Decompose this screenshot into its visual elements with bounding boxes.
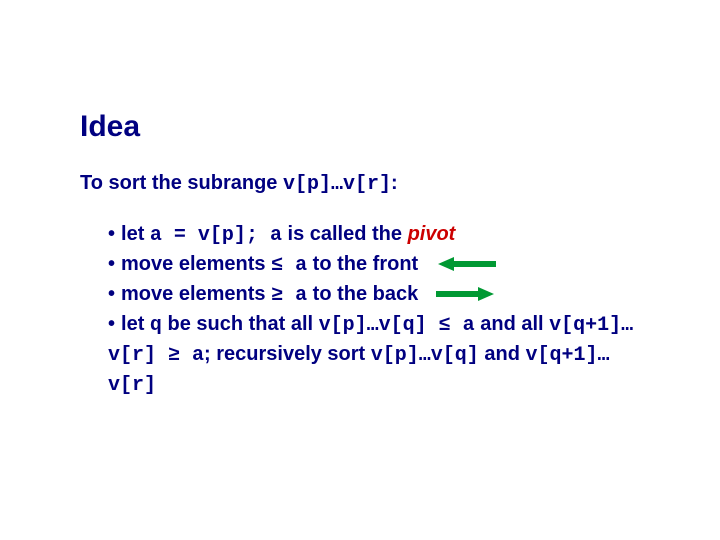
b4-code3: v[p]…v[q]: [371, 344, 479, 367]
lede-pre: To sort the subrange: [80, 172, 283, 194]
arrow-right-icon: [434, 286, 494, 302]
b3-post: to the back: [307, 283, 418, 305]
bullet-3: • move elements ≥ a to the back: [108, 280, 640, 310]
slide: Idea To sort the subrange v[p]…v[r]: • le…: [0, 0, 720, 540]
b4-mid1: be such that all: [162, 313, 319, 335]
lede-post: :: [391, 172, 398, 194]
b2-post: to the front: [307, 253, 418, 275]
b4-q: q: [150, 314, 162, 337]
bullet-glyph: •: [108, 253, 115, 275]
b2-pre: move elements: [121, 253, 271, 275]
lede-code: v[p]…v[r]: [283, 173, 391, 196]
b3-code: ≥ a: [271, 284, 307, 307]
bullet-glyph: •: [108, 283, 115, 305]
b3-pre: move elements: [121, 283, 271, 305]
lede-line: To sort the subrange v[p]…v[r]:: [80, 172, 640, 196]
bullet-1: • let a = v[p]; a is called the pivot: [108, 220, 640, 250]
b1-mid: is called the: [282, 223, 408, 245]
slide-title: Idea: [80, 110, 640, 144]
b4-mid3: ; recursively sort: [204, 343, 371, 365]
b4-mid2: and all: [475, 313, 549, 335]
bullet-2: • move elements ≤ a to the front: [108, 250, 640, 280]
bullet-list: • let a = v[p]; a is called the pivot • mo…: [108, 220, 640, 400]
bullet-glyph: •: [108, 313, 115, 335]
b4-pre: let: [121, 313, 150, 335]
pivot-word: pivot: [408, 223, 456, 245]
b2-code: ≤ a: [271, 254, 307, 277]
b4-code1: v[p]…v[q] ≤ a: [319, 314, 475, 337]
b1-code: a = v[p]; a: [150, 224, 282, 247]
b1-pre: let: [121, 223, 150, 245]
arrow-left-icon: [438, 256, 498, 272]
b4-and: and: [479, 343, 526, 365]
bullet-4: • let q be such that all v[p]…v[q] ≤ a an…: [108, 310, 640, 400]
bullet-glyph: •: [108, 223, 115, 245]
